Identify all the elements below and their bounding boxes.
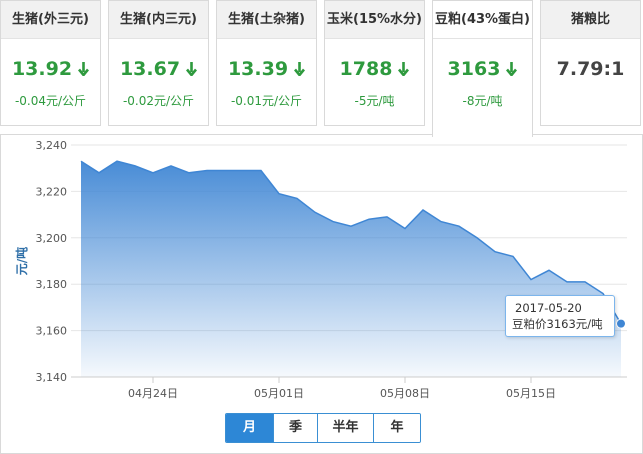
- y-axis-label: 元/吨: [14, 247, 29, 275]
- card-change: -5元/吨: [354, 94, 395, 108]
- card-corn[interactable]: 玉米(15%水分) 1788 -5元/吨: [324, 0, 425, 126]
- tab-month[interactable]: 月: [226, 414, 274, 442]
- card-price: 13.39: [217, 58, 316, 81]
- arrow-down-icon: [294, 59, 306, 81]
- card-price: 13.92: [1, 58, 100, 81]
- card-change: -0.04元/公斤: [14, 94, 87, 108]
- card-price: 1788: [325, 58, 424, 81]
- x-tick-label: 05月01日: [254, 387, 304, 400]
- tab-year[interactable]: 年: [374, 414, 420, 442]
- card-pig-inner[interactable]: 生猪(内三元) 13.67 -0.02元/公斤: [108, 0, 209, 126]
- arrow-down-icon: [398, 59, 410, 81]
- card-price: 3163: [433, 58, 532, 81]
- price-cards: 生猪(外三元) 13.92 -0.04元/公斤 生猪(内三元) 13.67 -0…: [0, 0, 643, 137]
- price-area-chart: 3,140 3,160 3,180 3,200 3,220 3,240 元/吨 04月24日 0…: [14, 139, 627, 400]
- tab-half-year[interactable]: 半年: [318, 414, 374, 442]
- card-title: 猪粮比: [541, 1, 640, 39]
- arrow-down-icon: [186, 59, 198, 81]
- y-tick-label: 3,220: [36, 185, 68, 198]
- card-pig-grain-ratio[interactable]: 猪粮比 7.79:1: [540, 0, 641, 126]
- y-tick-label: 3,200: [36, 232, 68, 245]
- card-pig-local[interactable]: 生猪(土杂猪) 13.39 -0.01元/公斤: [216, 0, 317, 126]
- x-tick-label: 05月15日: [506, 387, 556, 400]
- chart-panel: 3,140 3,160 3,180 3,200 3,220 3,240 元/吨 04月24日 0…: [0, 134, 643, 454]
- card-change: -8元/吨: [462, 94, 503, 108]
- tab-quarter[interactable]: 季: [274, 414, 318, 442]
- y-tick-label: 3,240: [36, 139, 68, 152]
- card-title: 生猪(外三元): [1, 1, 100, 39]
- highlight-point: [616, 318, 626, 329]
- y-tick-label: 3,160: [36, 325, 68, 338]
- tooltip-date: 2017-05-20: [515, 301, 582, 315]
- card-title: 生猪(土杂猪): [217, 1, 316, 39]
- arrow-down-icon: [78, 59, 90, 81]
- card-title: 玉米(15%水分): [325, 1, 424, 39]
- y-tick-label: 3,180: [36, 278, 68, 291]
- card-price: 7.79:1: [556, 58, 625, 80]
- card-price: 13.67: [109, 58, 208, 81]
- chart-tooltip: 2017-05-20 豆粕价3163元/吨: [505, 295, 615, 337]
- card-title: 生猪(内三元): [109, 1, 208, 39]
- x-tick-label: 05月08日: [380, 387, 430, 400]
- card-change: -0.02元/公斤: [122, 94, 195, 108]
- card-soymeal[interactable]: 豆粕(43%蛋白) 3163 -8元/吨: [432, 0, 533, 137]
- series-area: [81, 161, 621, 377]
- tooltip-value: 豆粕价3163元/吨: [512, 317, 603, 331]
- y-tick-label: 3,140: [36, 371, 68, 384]
- x-tick-label: 04月24日: [128, 387, 178, 400]
- card-change: -0.01元/公斤: [230, 94, 303, 108]
- arrow-down-icon: [506, 59, 518, 81]
- card-title: 豆粕(43%蛋白): [433, 1, 532, 39]
- range-tabs: 月 季 半年 年: [225, 413, 421, 443]
- card-pig-outer[interactable]: 生猪(外三元) 13.92 -0.04元/公斤: [0, 0, 101, 126]
